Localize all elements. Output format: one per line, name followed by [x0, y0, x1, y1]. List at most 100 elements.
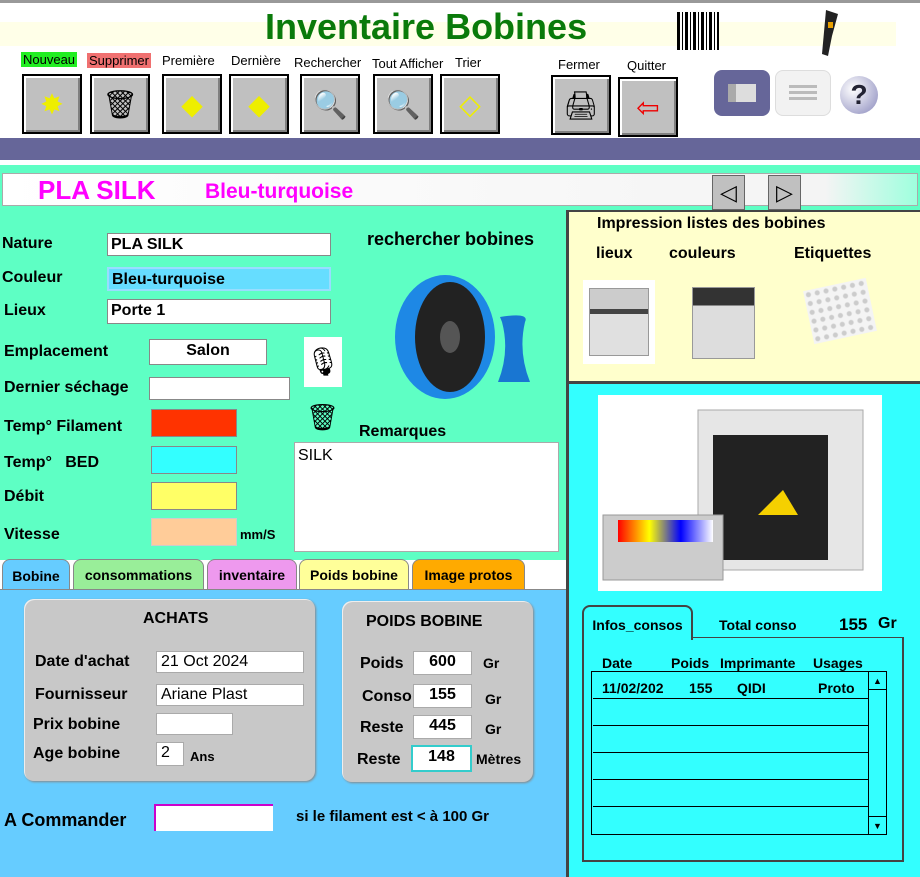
reste-metres-label: Reste	[357, 751, 401, 768]
nouveau-button[interactable]: ✸	[22, 74, 82, 134]
reste-metres-field[interactable]: 148	[411, 745, 472, 772]
fournisseur-field[interactable]: Ariane Plast	[156, 684, 304, 706]
list-view-icon	[789, 85, 817, 101]
commander-note: si le filament est < à 100 Gr	[296, 808, 490, 825]
total-conso-label: Total conso	[719, 617, 797, 633]
row-date: 11/02/202	[602, 680, 664, 696]
debit-color[interactable]	[151, 482, 237, 510]
temp-bed-label: Temp° BED	[4, 454, 99, 471]
exit-icon: ⇦	[636, 91, 660, 123]
app-title: Inventaire Bobines	[265, 6, 588, 47]
print-lieux-button[interactable]	[583, 280, 655, 364]
table-row[interactable]	[593, 780, 868, 807]
reste-unit: Gr	[485, 721, 502, 737]
lieux-field[interactable]: Porte 1	[107, 299, 331, 324]
reste-label: Reste	[360, 719, 404, 736]
tab-poids-bobine[interactable]: Poids bobine	[299, 559, 409, 589]
tab-inventaire[interactable]: inventaire	[207, 559, 297, 589]
list-view-button[interactable]	[775, 70, 831, 116]
record-title: PLA SILK	[38, 175, 156, 205]
achats-title: ACHATS	[143, 610, 209, 627]
derniere-button[interactable]: ◆	[229, 74, 289, 134]
last-record-icon: ◆	[248, 88, 270, 120]
scroll-down-icon[interactable]: ▼	[869, 816, 886, 834]
printer-image	[598, 395, 882, 591]
supprimer-label: Supprimer	[87, 53, 151, 68]
fermer-button[interactable]: 🖨	[551, 75, 611, 135]
age-unit: Ans	[190, 749, 215, 764]
fermer-label: Fermer	[558, 57, 600, 72]
previous-record-button[interactable]: ◁	[712, 175, 745, 210]
scroll-up-icon[interactable]: ▲	[869, 672, 886, 690]
emplacement-field[interactable]: Salon	[149, 339, 267, 365]
conso-field[interactable]: 155	[413, 684, 472, 708]
printer-icon	[589, 288, 649, 356]
table-row[interactable]	[593, 699, 868, 726]
commander-field[interactable]	[154, 804, 273, 831]
table-row[interactable]	[593, 753, 868, 780]
nature-field[interactable]: PLA SILK	[107, 233, 331, 256]
search-icon: 🔍	[312, 88, 348, 120]
help-icon[interactable]: ?	[840, 76, 878, 114]
derniere-label: Dernière	[231, 53, 281, 68]
print-couleurs-button[interactable]	[690, 282, 757, 364]
impression-title: Impression listes des bobines	[597, 215, 826, 232]
temp-filament-color[interactable]	[151, 409, 237, 437]
top-border	[0, 0, 920, 3]
print-lieux-label: lieux	[596, 245, 633, 262]
premiere-label: Première	[162, 53, 215, 68]
quitter-label: Quitter	[627, 58, 667, 73]
form-view-button[interactable]	[714, 70, 770, 116]
rechercher-button[interactable]: 🔍	[300, 74, 360, 134]
close-icon: 🖨	[563, 89, 599, 121]
poids-unit: Gr	[483, 655, 500, 671]
sechage-field[interactable]	[149, 377, 290, 400]
table-row[interactable]	[593, 726, 868, 753]
trash-icon[interactable]: 🗑	[306, 402, 339, 436]
temp-bed-color[interactable]	[151, 446, 237, 474]
trier-button[interactable]: ◇	[440, 74, 500, 134]
prix-field[interactable]	[156, 713, 233, 735]
first-record-icon: ◆	[181, 88, 203, 120]
tab-bobine[interactable]: Bobine	[2, 559, 70, 591]
lieux-label: Lieux	[4, 302, 46, 319]
tab-infos-consos[interactable]: Infos_consos	[582, 605, 693, 640]
premiere-button[interactable]: ◆	[162, 74, 222, 134]
remarques-field[interactable]: SILK	[294, 442, 559, 552]
tout-afficher-button[interactable]: 🔍	[373, 74, 433, 134]
couleur-field[interactable]: Bleu-turquoise	[107, 267, 331, 291]
vitesse-color[interactable]	[151, 518, 237, 546]
tab-image-protos[interactable]: Image protos	[412, 559, 525, 589]
spool-image[interactable]	[390, 262, 540, 412]
total-conso-value: 155	[839, 615, 868, 634]
form-view-icon	[728, 84, 756, 102]
sechage-label: Dernier séchage	[4, 379, 129, 396]
total-conso-unit: Gr	[878, 615, 897, 632]
tab-consommations[interactable]: consommations	[73, 559, 204, 589]
delete-record-icon: 🗑	[102, 88, 138, 120]
rechercher-bobines-label: rechercher bobines	[367, 229, 535, 249]
sort-icon: ◇	[459, 88, 481, 120]
emplacement-label: Emplacement	[4, 343, 109, 360]
date-achat-label: Date d'achat	[35, 653, 130, 670]
arrow-left-icon: ◁	[720, 180, 737, 205]
reste-field[interactable]: 445	[413, 715, 472, 739]
new-record-icon: ✸	[40, 88, 64, 120]
row-imprimante: QIDI	[737, 680, 766, 696]
col-poids: Poids	[671, 655, 710, 671]
rechercher-label: Rechercher	[294, 55, 362, 70]
prix-label: Prix bobine	[33, 716, 121, 733]
metres-unit: Mètres	[476, 751, 522, 767]
consos-scrollbar[interactable]: ▲ ▼	[868, 672, 886, 834]
supprimer-button[interactable]: 🗑	[90, 74, 150, 134]
next-record-button[interactable]: ▷	[768, 175, 801, 210]
arrow-right-icon: ▷	[776, 180, 793, 205]
microphone-icon[interactable]: 🎙	[304, 337, 342, 387]
quitter-button[interactable]: ⇦	[618, 77, 678, 137]
poids-field[interactable]: 600	[413, 651, 472, 675]
fournisseur-label: Fournisseur	[35, 686, 128, 703]
col-usages: Usages	[813, 655, 863, 671]
age-field[interactable]: 2	[156, 742, 184, 766]
table-row[interactable]: 11/02/202 155 QIDI Proto	[593, 672, 868, 699]
date-achat-field[interactable]: 21 Oct 2024	[156, 651, 304, 673]
